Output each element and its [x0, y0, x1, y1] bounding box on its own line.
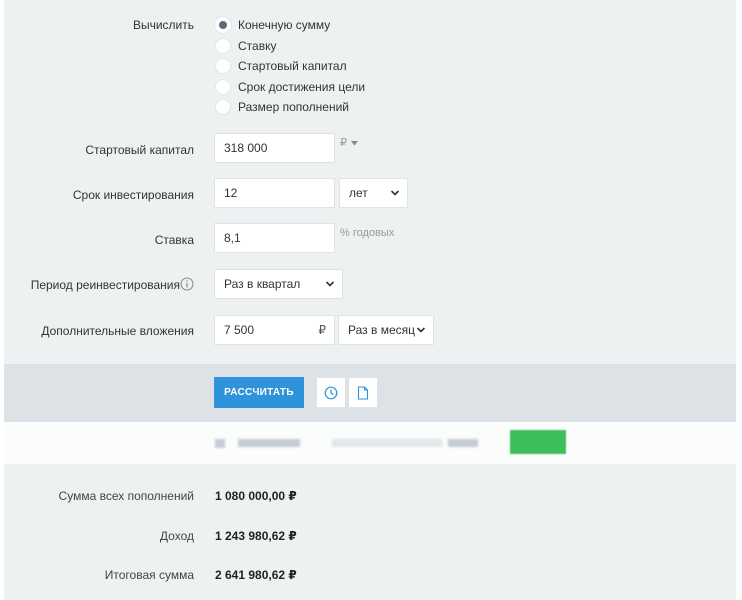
rate-input[interactable]: 8,1	[214, 223, 335, 253]
radio-button[interactable]	[215, 38, 231, 54]
additions-value: 7 500	[224, 323, 255, 337]
history-button[interactable]	[316, 377, 346, 408]
chevron-down-icon	[325, 281, 335, 287]
calculate-label: Вычислить	[132, 18, 194, 32]
term-input[interactable]: 12	[214, 178, 335, 208]
currency-symbol: ₽	[340, 137, 347, 149]
radio-button[interactable]	[215, 79, 231, 95]
document-icon	[357, 385, 369, 400]
radio-goal-term[interactable]: Срок достижения цели	[215, 78, 365, 96]
radio-button[interactable]	[215, 99, 231, 115]
radio-label: Конечную сумму	[238, 18, 331, 32]
radio-label: Стартовый капитал	[238, 59, 347, 73]
reinvest-label: Период реинвестирования	[30, 278, 180, 292]
caret-down-icon	[351, 140, 359, 146]
additions-input[interactable]: 7 500 ₽	[214, 315, 335, 345]
term-unit-select[interactable]: лет	[339, 178, 408, 208]
blurred-content	[215, 439, 225, 448]
radio-rate[interactable]: Ставку	[215, 37, 276, 55]
result-value: 1 243 980,62 ₽	[215, 529, 297, 543]
start-capital-input[interactable]: 318 000	[214, 133, 335, 163]
additions-period-value: Раз в месяц	[348, 323, 415, 337]
additions-currency: ₽	[318, 323, 326, 337]
radio-final-sum[interactable]: Конечную сумму	[215, 16, 330, 34]
rate-label: Ставка	[154, 233, 194, 247]
result-label: Итоговая сумма	[104, 568, 194, 582]
radio-start-capital[interactable]: Стартовый капитал	[215, 57, 347, 75]
result-value: 1 080 000,00 ₽	[215, 489, 297, 503]
blurred-content	[332, 439, 442, 447]
radio-label: Срок достижения цели	[238, 80, 366, 94]
term-label: Срок инвестирования	[72, 188, 194, 202]
calculator-panel	[4, 0, 736, 600]
rate-suffix: % годовых	[340, 227, 395, 239]
result-label: Доход	[159, 529, 194, 543]
reinvest-period-value: Раз в квартал	[224, 277, 301, 291]
start-capital-label: Стартовый капитал	[85, 143, 194, 157]
green-badge	[510, 430, 566, 454]
clock-icon	[324, 386, 338, 399]
result-value: 2 641 980,62 ₽	[215, 568, 297, 582]
reinvest-period-select[interactable]: Раз в квартал	[214, 269, 343, 299]
calculate-button[interactable]: РАССЧИТАТЬ	[214, 377, 304, 408]
radio-top-up-size[interactable]: Размер пополнений	[215, 98, 349, 116]
radio-button-selected[interactable]	[215, 17, 231, 33]
radio-button[interactable]	[215, 58, 231, 74]
info-icon[interactable]	[180, 277, 194, 291]
chevron-down-icon	[416, 327, 426, 333]
radio-label: Ставку	[238, 39, 277, 53]
result-label: Сумма всех пополнений	[58, 489, 194, 503]
chevron-down-icon	[390, 190, 400, 196]
term-unit-value: лет	[349, 186, 368, 200]
document-button[interactable]	[348, 377, 378, 408]
radio-label: Размер пополнений	[238, 100, 349, 114]
currency-dropdown[interactable]: ₽	[340, 136, 359, 149]
blurred-content	[238, 439, 300, 447]
additions-label: Дополнительные вложения	[41, 324, 194, 338]
blurred-content	[448, 439, 478, 447]
additions-period-select[interactable]: Раз в месяц	[338, 315, 434, 345]
